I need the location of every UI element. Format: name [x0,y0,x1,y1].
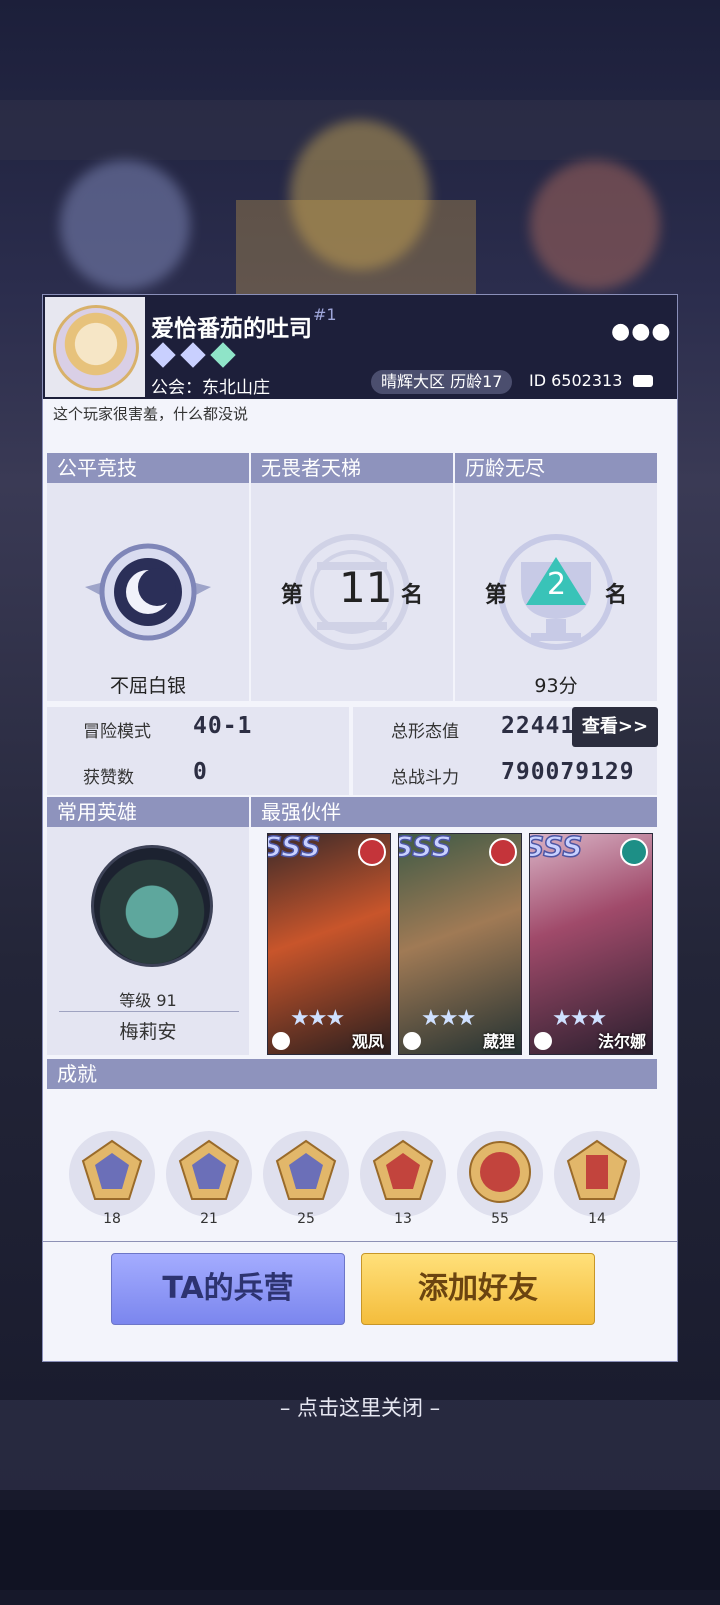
endless-rank-number: 2 [547,567,567,602]
rank-prefix: 第 [485,583,508,608]
ladder-panel[interactable]: 第 11 名 [251,483,453,701]
bg-bottom-bar [0,1510,720,1590]
bg-portrait [60,160,190,290]
section-header-endless: 历龄无尽 [455,453,657,483]
rank-tag: #1 [313,305,337,324]
guild-name: 公会：东北山庄 [151,378,270,398]
partner-card[interactable]: SSS ★★★ 法尔娜 [529,833,653,1055]
grade-badge: SSS [529,833,583,864]
close-hint[interactable]: – 点击这里关闭 – [0,1392,720,1422]
hero-level: 等级 91 [119,991,177,1010]
achievement-medal-icon [469,1141,531,1203]
power-label: 总战斗力 [391,768,459,788]
bg-pedestal [236,200,476,300]
section-header-common-hero: 常用英雄 [47,797,249,827]
rank-suffix: 名 [401,583,424,608]
ladder-rank-number: 11 [339,563,393,612]
player-signature: 这个玩家很害羞，什么都没说 [53,405,249,423]
star-rating: ★★★ [421,1006,476,1031]
achievement-badge[interactable]: 25 [263,1131,349,1227]
partner-name: 法尔娜 [597,1032,646,1051]
player-id: ID 6502313 [529,371,623,390]
partner-card[interactable]: SSS ★★★ 观凤 [267,833,391,1055]
divider [43,1241,677,1242]
adventure-label: 冒险模式 [83,722,151,742]
element-icon [620,838,648,866]
achievement-badge[interactable]: 18 [69,1131,155,1227]
achievement-medal-icon [178,1139,240,1200]
power-value: 790079129 [501,759,635,785]
view-barracks-button[interactable]: TA的兵营 [111,1253,345,1325]
achievement-medal-icon [566,1139,628,1200]
server-badge: 晴辉大区 历龄17 [371,370,513,394]
grade-badge: SSS [398,833,452,864]
element-icon [358,838,386,866]
class-icon [534,1032,552,1050]
likes-value: 0 [193,759,208,785]
star-rating: ★★★ [290,1006,345,1031]
rank-prefix: 第 [281,583,304,608]
fair-arena-panel[interactable]: 不屈白银 [47,483,249,701]
vip-gems [150,342,236,368]
achievement-count: 13 [394,1211,412,1227]
form-total-value: 22441 [501,713,576,739]
player-profile-card: 爱恰番茄的吐司 #1 公会：东北山庄 ●●● 晴辉大区 历龄17 ID 6502… [42,294,678,1362]
view-form-button[interactable]: 查看>> [572,707,658,747]
achievement-badge[interactable]: 13 [360,1131,446,1227]
likes-label: 获赞数 [83,768,134,788]
rank-label: 不屈白银 [109,675,186,697]
section-header-fair-arena: 公平竞技 [47,453,249,483]
partner-card[interactable]: SSS ★★★ 葳狸 [398,833,522,1055]
profile-header: 爱恰番茄的吐司 #1 公会：东北山庄 ●●● 晴辉大区 历龄17 ID 6502… [43,295,677,399]
rank-suffix: 名 [605,583,628,608]
section-header-ladder: 无畏者天梯 [251,453,453,483]
achievement-medal-icon [275,1139,337,1200]
gem-icon [180,342,206,368]
more-options-icon[interactable]: ●●● [611,319,672,344]
gem-icon [210,342,236,368]
achievement-medal-icon [372,1139,434,1200]
achievement-count: 25 [297,1211,315,1227]
achievement-badge[interactable]: 14 [554,1131,640,1227]
add-friend-button[interactable]: 添加好友 [361,1253,595,1325]
adventure-value: 40-1 [193,713,253,739]
section-header-partners: 最强伙伴 [251,797,657,827]
element-icon [489,838,517,866]
form-total-label: 总形态值 [391,722,459,742]
achievement-medal-icon [81,1139,143,1200]
grade-badge: SSS [267,833,321,864]
class-icon [403,1032,421,1050]
achievement-count: 18 [103,1211,121,1227]
endless-score: 93分 [534,675,578,697]
partner-name: 观凤 [351,1032,384,1051]
endless-panel[interactable]: 第 2 名 93分 [455,483,657,701]
section-header-achievements: 成就 [47,1059,657,1089]
achievement-badge[interactable]: 55 [457,1131,543,1227]
achievement-count: 55 [491,1211,509,1227]
gem-icon [150,342,176,368]
player-avatar[interactable] [45,297,145,397]
common-hero-panel[interactable]: 等级 91 梅莉安 [47,827,249,1055]
achievement-count: 14 [588,1211,606,1227]
class-icon [272,1032,290,1050]
hero-portrait[interactable] [91,845,213,967]
hero-name: 梅莉安 [119,1021,177,1043]
achievement-badge[interactable]: 21 [166,1131,252,1227]
bg-portrait [530,160,660,290]
divider [59,1011,239,1012]
partner-name: 葳狸 [482,1032,515,1051]
achievement-count: 21 [200,1211,218,1227]
player-name: 爱恰番茄的吐司 [151,316,312,342]
silver-rank-badge-icon [85,543,211,641]
achievements-panel: 18 21 25 13 55 14 [47,1089,661,1241]
copy-id-icon[interactable] [633,375,653,387]
